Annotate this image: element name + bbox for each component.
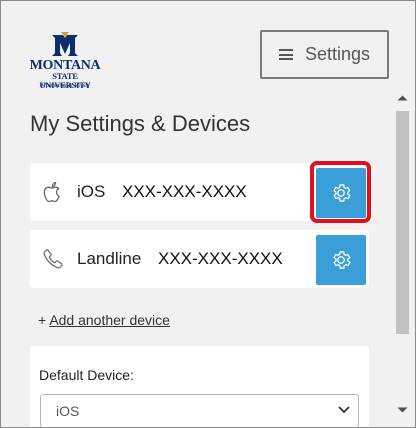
montana-state-logo[interactable]: MONTANA STATE UNIVERSITY Mountains & Min…: [27, 31, 103, 93]
scroll-down-arrow-icon[interactable]: [397, 407, 408, 413]
settings-button[interactable]: Settings: [260, 30, 389, 79]
add-device-label: Add another device: [49, 312, 170, 328]
logo-tagline: Mountains & Minds: [40, 83, 90, 89]
device-settings-button[interactable]: [316, 235, 366, 285]
gear-icon: [333, 251, 351, 269]
device-card-landline: Landline XXX-XXX-XXXX: [30, 230, 369, 288]
chevron-down-icon: [338, 406, 350, 414]
add-another-device-link[interactable]: + Add another device: [38, 312, 170, 328]
default-device-select[interactable]: iOS: [40, 394, 359, 427]
device-type-label: iOS: [77, 182, 106, 201]
device-number: XXX-XXX-XXXX: [158, 249, 283, 268]
hamburger-menu-icon: [278, 49, 293, 60]
page-title: My Settings & Devices: [30, 111, 251, 136]
apple-icon: [43, 181, 60, 203]
highlight-box: [310, 161, 371, 223]
default-device-panel: Default Device: iOS: [30, 346, 369, 427]
device-number: XXX-XXX-XXXX: [122, 182, 247, 201]
default-device-label: Default Device:: [39, 367, 134, 383]
phone-icon: [43, 249, 63, 269]
scrollbar-thumb[interactable]: [396, 111, 409, 334]
add-device-prefix: +: [38, 312, 47, 328]
settings-button-label: Settings: [304, 44, 371, 64]
vertical-scrollbar[interactable]: [394, 91, 411, 420]
m-logo-icon: [52, 32, 78, 56]
device-type-label: Landline: [77, 249, 142, 268]
default-device-value: iOS: [56, 403, 80, 419]
settings-frame: MONTANA STATE UNIVERSITY Mountains & Min…: [0, 0, 416, 428]
scroll-up-arrow-icon[interactable]: [397, 95, 408, 101]
